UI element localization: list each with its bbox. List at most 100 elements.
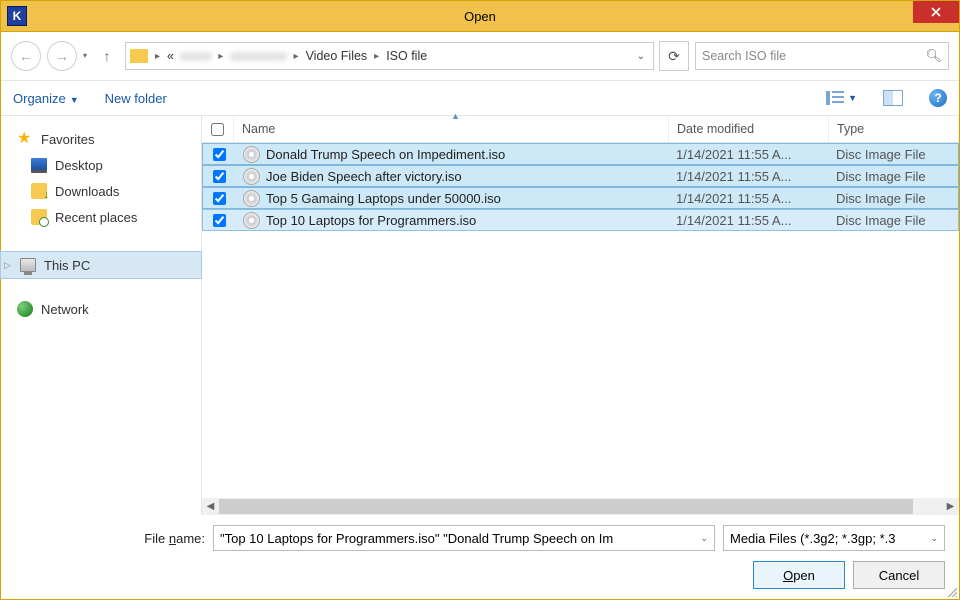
breadcrumb-sep: ▸ (371, 51, 382, 62)
resize-grip[interactable] (945, 585, 957, 597)
arrow-right-icon: → (55, 48, 69, 64)
row-checkbox[interactable] (213, 192, 226, 205)
column-name[interactable]: Name ▲ (234, 116, 669, 142)
column-check[interactable] (202, 116, 234, 142)
up-button[interactable]: ↑ (95, 44, 119, 68)
row-checkbox-cell (203, 170, 235, 183)
row-date-cell: 1/14/2021 11:55 A... (668, 191, 828, 206)
app-icon: K (7, 6, 27, 26)
view-list-icon (826, 91, 844, 105)
back-button[interactable]: ← (11, 41, 41, 71)
search-placeholder: Search ISO file (702, 49, 786, 63)
close-icon (931, 7, 941, 17)
row-date-cell: 1/14/2021 11:55 A... (668, 213, 828, 228)
filename-row: File name: "Top 10 Laptops for Programme… (15, 525, 945, 551)
file-row[interactable]: Joe Biden Speech after victory.iso 1/14/2… (202, 165, 959, 187)
refresh-button[interactable]: ⟳ (659, 41, 689, 71)
row-type-cell: Disc Image File (828, 213, 958, 228)
cancel-label: Cancel (879, 568, 919, 583)
column-label: Type (837, 122, 864, 136)
body: Favorites Desktop Downloads Recent place… (1, 116, 959, 515)
search-input[interactable]: Search ISO file 🔍︎ (695, 42, 949, 70)
scroll-right-button[interactable]: ▶ (942, 498, 959, 515)
sidebar-item-desktop[interactable]: Desktop (1, 152, 201, 178)
filetype-combobox[interactable]: Media Files (*.3g2; *.3gp; *.3 ⌄ (723, 525, 945, 551)
open-mnemonic: O (783, 568, 793, 583)
caret-down-icon: ⌄ (700, 533, 708, 544)
open-button[interactable]: Open (753, 561, 845, 589)
filename-combobox[interactable]: "Top 10 Laptops for Programmers.iso" "Do… (213, 525, 715, 551)
filename-label: File name: (15, 531, 205, 546)
sidebar-item-label: Favorites (41, 132, 94, 147)
breadcrumb-1[interactable]: xxxxx (178, 49, 213, 63)
breadcrumb-4[interactable]: ISO file (384, 49, 429, 63)
downloads-icon (31, 183, 47, 199)
preview-pane-icon (883, 90, 903, 106)
row-checkbox-cell (203, 192, 235, 205)
button-row: Open Cancel (15, 561, 945, 589)
sidebar-item-label: Desktop (55, 158, 103, 173)
breadcrumb-2[interactable]: xxxxxxxxx (228, 49, 288, 63)
column-label: Name (242, 122, 275, 136)
breadcrumb-sep: ▸ (291, 51, 302, 62)
column-type[interactable]: Type (829, 116, 959, 142)
address-bar[interactable]: ▸ « xxxxx ▸ xxxxxxxxx ▸ Video Files ▸ IS… (125, 42, 654, 70)
row-type-cell: Disc Image File (828, 191, 958, 206)
file-name: Joe Biden Speech after victory.iso (266, 169, 462, 184)
recent-locations-button[interactable]: ▾ (83, 52, 89, 60)
sidebar-item-network[interactable]: Network (1, 296, 201, 322)
folder-icon (130, 49, 148, 63)
sidebar-item-label: This PC (44, 258, 90, 273)
organize-label: Organize (13, 91, 66, 106)
sidebar-favorites-header[interactable]: Favorites (1, 126, 201, 152)
address-dropdown[interactable]: ⌄ (633, 51, 649, 62)
file-name: Top 10 Laptops for Programmers.iso (266, 213, 476, 228)
file-row[interactable]: Top 5 Gamaing Laptops under 50000.iso1/1… (202, 187, 959, 209)
row-name-cell: Top 10 Laptops for Programmers.iso (235, 212, 668, 229)
filename-value: "Top 10 Laptops for Programmers.iso" "Do… (220, 531, 613, 546)
select-all-checkbox[interactable] (211, 123, 224, 136)
file-name: Donald Trump Speech on Impediment.iso (266, 147, 505, 162)
sidebar-item-recent-places[interactable]: Recent places (1, 204, 201, 230)
forward-button[interactable]: → (47, 41, 77, 71)
scroll-track[interactable] (219, 498, 942, 515)
sidebar-favorites-group: Favorites Desktop Downloads Recent place… (1, 122, 201, 234)
sidebar-item-label: Network (41, 302, 89, 317)
help-button[interactable]: ? (929, 89, 947, 107)
open-label-rest: pen (793, 568, 815, 583)
footer: File name: "Top 10 Laptops for Programme… (1, 515, 959, 599)
search-icon: 🔍︎ (925, 48, 942, 64)
breadcrumb-3[interactable]: Video Files (304, 49, 370, 63)
file-list[interactable]: Donald Trump Speech on Impediment.iso 1/1… (202, 143, 959, 498)
sidebar-item-label: Downloads (55, 184, 119, 199)
column-date[interactable]: Date modified (669, 116, 829, 142)
sidebar-item-this-pc[interactable]: ▷ This PC (0, 251, 202, 279)
row-name-cell: Top 5 Gamaing Laptops under 50000.iso (235, 190, 668, 207)
file-row[interactable]: Top 10 Laptops for Programmers.iso 1/14/2… (202, 209, 959, 231)
file-row[interactable]: Donald Trump Speech on Impediment.iso1/1… (202, 143, 959, 165)
caret-down-icon: ▾ (83, 52, 87, 60)
row-type-cell: Disc Image File (828, 169, 958, 184)
scroll-thumb[interactable] (219, 499, 913, 514)
row-checkbox[interactable] (213, 214, 226, 227)
sidebar-item-downloads[interactable]: Downloads (1, 178, 201, 204)
organize-menu[interactable]: Organize▼ (13, 91, 79, 106)
scroll-left-button[interactable]: ◀ (202, 498, 219, 515)
disc-icon (243, 212, 260, 229)
caret-down-icon: ⌄ (930, 533, 938, 544)
breadcrumb-0[interactable]: « (165, 49, 176, 63)
expand-icon: ▷ (4, 260, 12, 271)
row-checkbox-cell (203, 214, 235, 227)
row-checkbox[interactable] (213, 148, 226, 161)
disc-icon (243, 146, 260, 163)
new-folder-button[interactable]: New folder (105, 91, 167, 106)
horizontal-scrollbar[interactable]: ◀ ▶ (202, 498, 959, 515)
network-icon (17, 301, 33, 317)
change-view-button[interactable]: ▼ (826, 91, 857, 105)
preview-pane-button[interactable] (883, 90, 903, 106)
row-checkbox[interactable] (213, 170, 226, 183)
cancel-button[interactable]: Cancel (853, 561, 945, 589)
close-button[interactable] (913, 1, 959, 23)
row-date-cell: 1/14/2021 11:55 A... (668, 169, 828, 184)
toolbar: Organize▼ New folder ▼ ? (1, 81, 959, 116)
